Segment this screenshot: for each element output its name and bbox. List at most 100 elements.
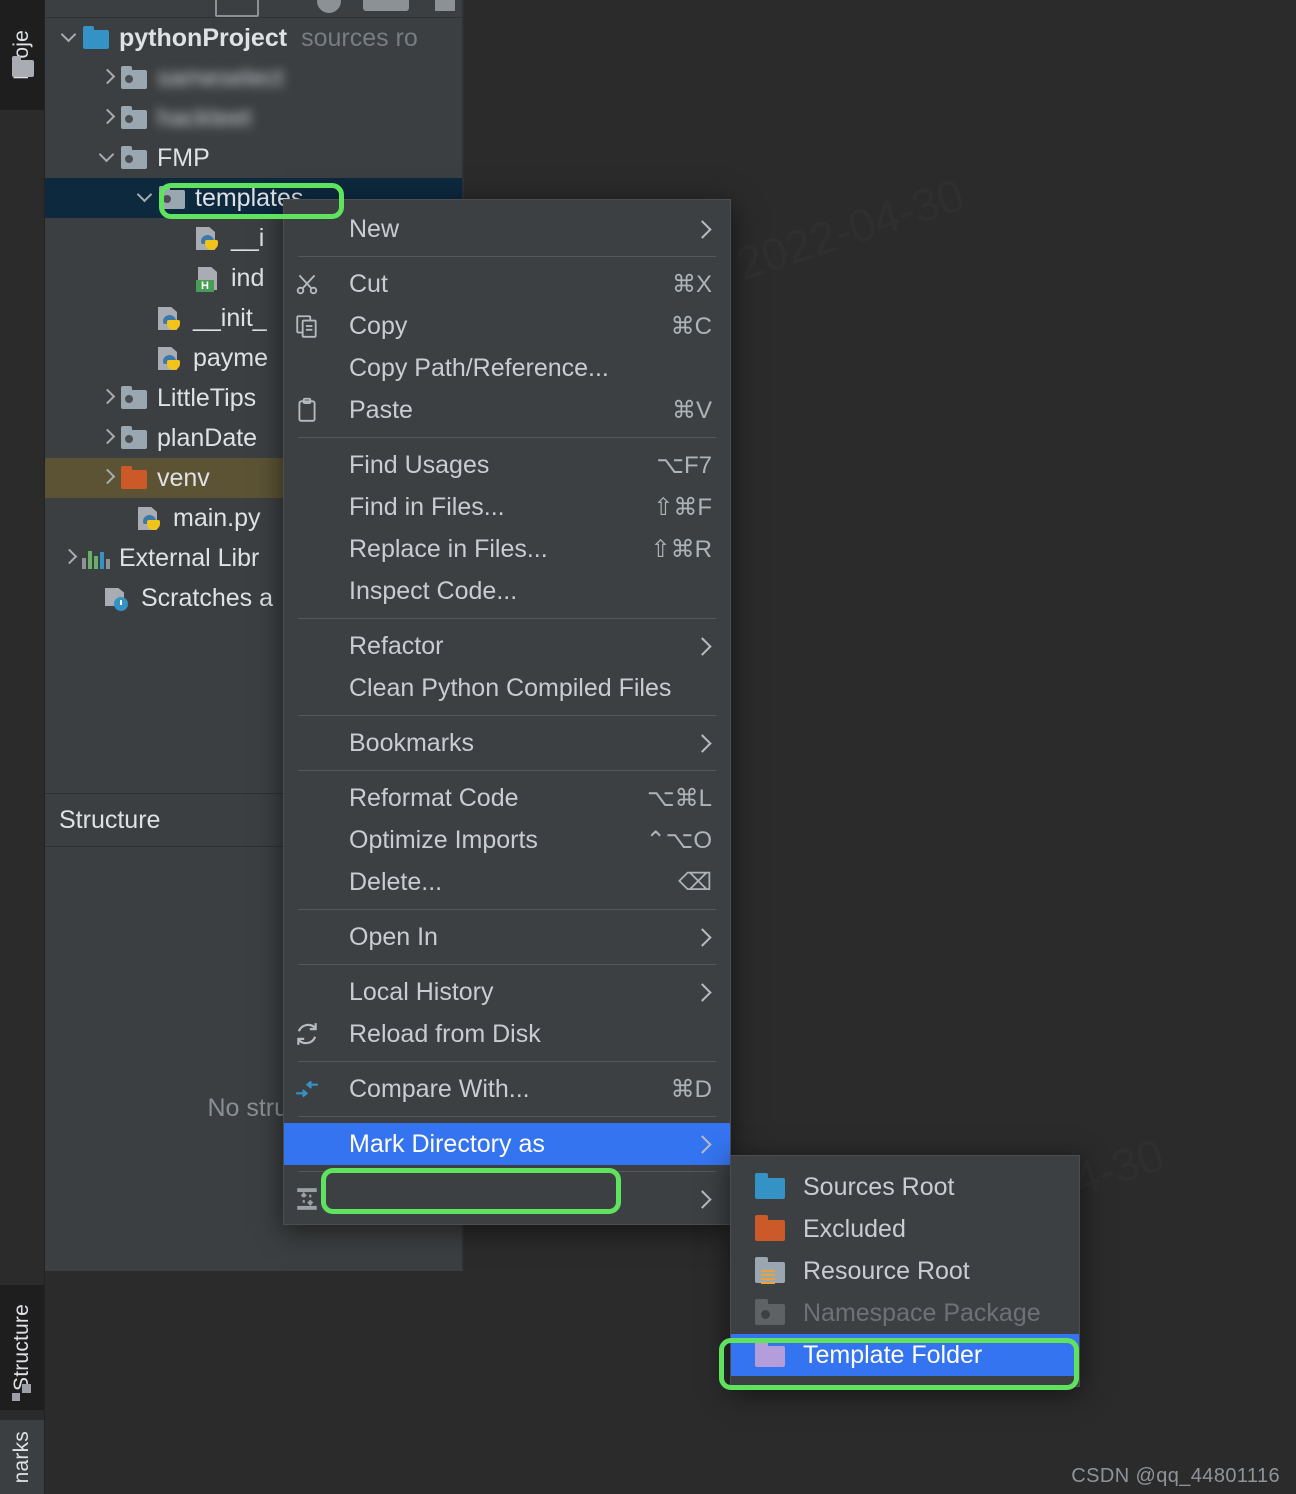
menu-item-label: Delete... (349, 867, 443, 896)
folder-purple-icon (755, 1341, 789, 1368)
menu-item-label: Refactor (349, 631, 444, 660)
menu-item-reformat-code[interactable]: Reformat Code ⌥⌘L (284, 777, 730, 819)
tree-label-root: pythonProject (119, 23, 288, 52)
submenu-item-label: Template Folder (803, 1340, 983, 1369)
chevron-right-icon[interactable] (97, 387, 119, 409)
tree-row-item[interactable]: sameselect (45, 58, 463, 98)
folder-icon (81, 26, 111, 50)
tree-label-item: LittleTips (157, 383, 257, 412)
tree-row-item[interactable]: hackteet (45, 98, 463, 138)
context-menu[interactable]: New Cut ⌘X Copy ⌘C Copy Path/Reference..… (283, 199, 731, 1225)
folder-icon (12, 56, 34, 78)
menu-item-label: Mark Directory as (349, 1129, 545, 1158)
menu-item-refactor[interactable]: Refactor (284, 625, 730, 667)
folder-orange-icon (755, 1215, 789, 1242)
menu-item-label: Inspect Code... (349, 576, 518, 605)
menu-item-shortcut: ⌫ (678, 868, 712, 896)
project-panel-toolbar[interactable] (45, 0, 463, 18)
tool-tab-structure-label: Structure (10, 1304, 33, 1391)
chevron-right-icon[interactable] (59, 547, 81, 569)
chevron-right-icon (696, 735, 712, 751)
python-file-icon (193, 226, 223, 250)
menu-item-diagrams[interactable] (284, 1178, 730, 1220)
tree-label-item: hackteet (157, 103, 252, 132)
chevron-down-icon[interactable] (59, 27, 81, 49)
tree-label-venv: venv (157, 463, 210, 492)
menu-item-label: Optimize Imports (349, 825, 538, 854)
menu-item-copy[interactable]: Copy ⌘C (284, 305, 730, 347)
chevron-right-icon[interactable] (97, 107, 119, 129)
menu-item-copy-path-reference[interactable]: Copy Path/Reference... (284, 347, 730, 389)
chevron-down-icon[interactable] (97, 147, 119, 169)
menu-item-optimize-imports[interactable]: Optimize Imports ⌃⌥O (284, 819, 730, 861)
tree-row-item[interactable]: FMP (45, 138, 463, 178)
toolbar-icon-2[interactable] (317, 0, 341, 13)
menu-item-label: Compare With... (349, 1074, 530, 1103)
tree-label-scratches: Scratches a (141, 583, 274, 612)
toolbar-icon-4[interactable] (435, 0, 455, 11)
submenu-item-template-folder[interactable]: Template Folder (731, 1334, 1079, 1376)
mark-directory-as-submenu[interactable]: Sources Root Excluded Resource Root Name… (730, 1155, 1080, 1387)
menu-item-shortcut: ⇧⌘F (653, 493, 712, 521)
menu-item-replace-in-files[interactable]: Replace in Files... ⇧⌘R (284, 528, 730, 570)
submenu-item-excluded[interactable]: Excluded (731, 1208, 1079, 1250)
menu-item-label: Find Usages (349, 450, 490, 479)
menu-item-bookmarks[interactable]: Bookmarks (284, 722, 730, 764)
tool-tab-project[interactable]: Proje (0, 0, 44, 110)
folder-icon (119, 66, 149, 90)
menu-item-reload-from-disk[interactable]: Reload from Disk (284, 1013, 730, 1055)
menu-separator (298, 1061, 716, 1062)
python-file-icon (155, 306, 185, 330)
submenu-item-sources-root[interactable]: Sources Root (731, 1166, 1079, 1208)
menu-item-find-usages[interactable]: Find Usages ⌥F7 (284, 444, 730, 486)
menu-item-inspect-code[interactable]: Inspect Code... (284, 570, 730, 612)
menu-item-delete[interactable]: Delete... ⌫ (284, 861, 730, 903)
menu-item-shortcut: ⌃⌥O (645, 826, 712, 854)
menu-item-compare-with[interactable]: Compare With... ⌘D (284, 1068, 730, 1110)
library-icon (81, 546, 111, 570)
menu-item-shortcut: ⌘D (670, 1075, 712, 1103)
menu-separator (298, 964, 716, 965)
folder-icon (119, 146, 149, 170)
tool-tab-bookmarks[interactable]: narks (0, 1420, 44, 1494)
chevron-right-icon[interactable] (97, 67, 119, 89)
tree-row-root[interactable]: pythonProject sources ro (45, 18, 463, 58)
menu-separator (298, 715, 716, 716)
folder-resource-icon (755, 1257, 789, 1284)
menu-item-local-history[interactable]: Local History (284, 971, 730, 1013)
menu-item-mark-directory-as[interactable]: Mark Directory as (284, 1123, 730, 1165)
copy-icon (294, 313, 320, 339)
toolbar-icon-1[interactable] (215, 0, 259, 17)
tree-label-external-libraries: External Libr (119, 543, 260, 572)
scratches-icon (103, 586, 133, 611)
menu-item-shortcut: ⌘X (671, 270, 712, 298)
folder-icon (119, 106, 149, 130)
submenu-item-label: Sources Root (803, 1172, 955, 1201)
menu-item-open-in[interactable]: Open In (284, 916, 730, 958)
tree-label-item: main.py (173, 503, 261, 532)
chevron-down-icon[interactable] (135, 187, 157, 209)
menu-item-shortcut: ⌘C (670, 312, 712, 340)
menu-item-shortcut: ⌥⌘L (646, 784, 712, 812)
toolbar-icon-3[interactable] (363, 0, 409, 11)
python-file-icon (135, 506, 165, 530)
submenu-item-namespace-package: Namespace Package (731, 1292, 1079, 1334)
menu-item-find-in-files[interactable]: Find in Files... ⇧⌘F (284, 486, 730, 528)
menu-item-paste[interactable]: Paste ⌘V (284, 389, 730, 431)
structure-icon (12, 1384, 34, 1402)
menu-item-label: Clean Python Compiled Files (349, 673, 672, 702)
menu-separator (298, 618, 716, 619)
menu-item-clean-python-compiled-files[interactable]: Clean Python Compiled Files (284, 667, 730, 709)
folder-dim-icon (755, 1299, 789, 1326)
chevron-right-icon (696, 221, 712, 237)
menu-item-new[interactable]: New (284, 208, 730, 250)
menu-item-cut[interactable]: Cut ⌘X (284, 263, 730, 305)
chevron-right-icon[interactable] (97, 467, 119, 489)
menu-item-shortcut: ⇧⌘R (650, 535, 712, 563)
chevron-right-icon (696, 929, 712, 945)
chevron-right-icon[interactable] (97, 427, 119, 449)
submenu-item-resource-root[interactable]: Resource Root (731, 1250, 1079, 1292)
tree-label-item: planDate (157, 423, 258, 452)
menu-item-label: Copy Path/Reference... (349, 353, 609, 382)
menu-item-shortcut: ⌥F7 (656, 451, 712, 479)
